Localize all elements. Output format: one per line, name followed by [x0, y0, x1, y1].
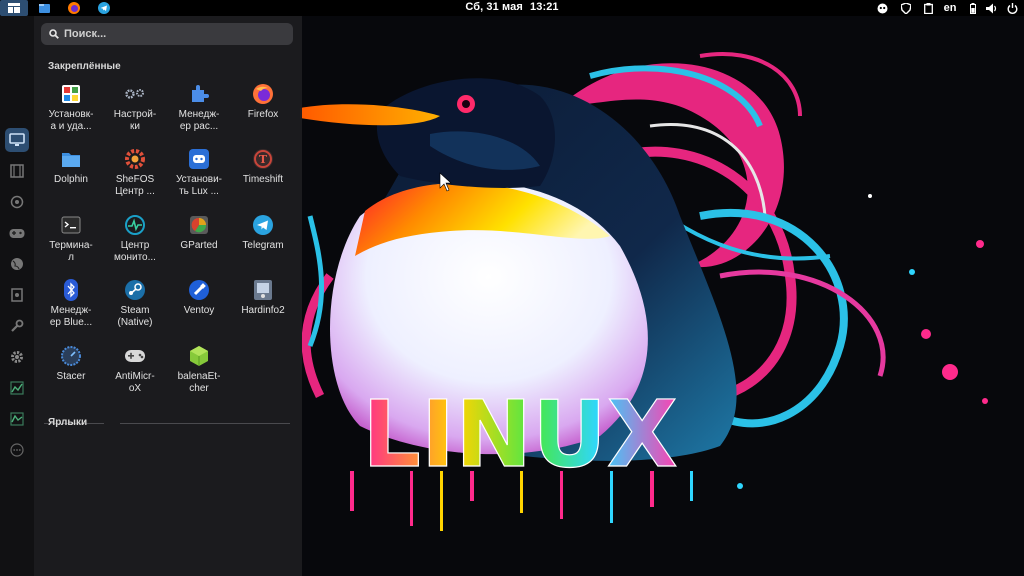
film-icon[interactable]	[5, 159, 29, 183]
app-balena-etcher[interactable]: balenaEt- cher	[167, 341, 231, 405]
app-steam[interactable]: Steam (Native)	[103, 275, 167, 339]
brush-icon[interactable]	[5, 190, 29, 214]
desktop-screen: LINUX Сб, 31 мая 13:21 en Поиск... Закре…	[0, 0, 1024, 576]
app-firefox[interactable]: Firefox	[231, 79, 295, 143]
extensions-icon	[188, 83, 210, 105]
divider	[120, 423, 290, 424]
gparted-icon	[188, 214, 210, 236]
firefox-icon	[252, 83, 274, 105]
power-icon[interactable]	[1004, 0, 1020, 16]
app-settings[interactable]: Настрой- ки	[103, 79, 167, 143]
bug-icon[interactable]	[874, 0, 890, 16]
folder-icon	[60, 148, 82, 170]
language-indicator[interactable]: en	[940, 0, 960, 16]
clock[interactable]: Сб, 31 мая 13:21	[0, 1, 1024, 13]
timeshift-icon: T	[252, 148, 274, 170]
search-icon	[49, 29, 59, 39]
app-label: Stacer	[56, 371, 86, 382]
monitor-icon[interactable]	[5, 128, 29, 152]
app-label: Firefox	[247, 109, 279, 120]
steam-icon	[124, 279, 146, 301]
app-software-install[interactable]: Установк- а и уда...	[39, 79, 103, 143]
bluetooth-icon	[60, 279, 82, 301]
gamepad-icon	[124, 345, 146, 367]
app-monitoring-center[interactable]: Центр монито...	[103, 210, 167, 274]
settings-icon	[124, 83, 146, 105]
app-extension-manager[interactable]: Менедж- ер рас...	[167, 79, 231, 143]
clock-date: Сб, 31 мая	[465, 1, 523, 13]
ventoy-icon	[188, 279, 210, 301]
app-shefos-center[interactable]: SheFOS Центр ...	[103, 144, 167, 208]
app-label: Менедж- ер Blue...	[49, 305, 93, 328]
app-label: SheFOS Центр ...	[115, 174, 155, 197]
globe-icon[interactable]	[5, 252, 29, 276]
app-antimicrox[interactable]: AntiMicr- oX	[103, 341, 167, 405]
app-bluetooth-manager[interactable]: Менедж- ер Blue...	[39, 275, 103, 339]
app-label: Менедж- ер рас...	[178, 109, 220, 132]
category-dock	[0, 16, 34, 576]
app-label: AntiMicr- oX	[115, 371, 155, 394]
clock-time: 13:21	[530, 1, 559, 13]
app-install-lux[interactable]: Установи- ть Lux ...	[167, 144, 231, 208]
terminal-icon	[60, 214, 82, 236]
language-label: en	[943, 2, 957, 14]
app-terminal[interactable]: Термина- л	[39, 210, 103, 274]
application-menu: Закреплённые Установк- а и уда... Настро…	[34, 16, 302, 576]
app-label: Установк- а и уда...	[48, 109, 94, 132]
document-icon[interactable]	[5, 283, 29, 307]
app-label: balenaEt- cher	[177, 371, 221, 394]
app-label: Steam (Native)	[117, 305, 153, 328]
app-label: Hardinfo2	[241, 305, 285, 316]
hardinfo-icon	[252, 279, 274, 301]
shortcuts-section-title: Ярлыки	[48, 417, 88, 428]
stacer-icon	[60, 345, 82, 367]
app-dolphin[interactable]: Dolphin	[39, 144, 103, 208]
app-hardinfo2[interactable]: Hardinfo2	[231, 275, 295, 339]
gear-icon[interactable]	[5, 345, 29, 369]
app-timeshift[interactable]: T Timeshift	[231, 144, 295, 208]
software-install-icon	[60, 83, 82, 105]
app-label: Настрой- ки	[113, 109, 157, 132]
lux-icon	[188, 148, 210, 170]
search-input[interactable]	[64, 28, 284, 40]
more-icon[interactable]	[5, 438, 29, 462]
wrench-icon[interactable]	[5, 314, 29, 338]
app-label: Telegram	[242, 240, 284, 251]
shefos-icon	[124, 148, 146, 170]
app-label: Timeshift	[242, 174, 284, 185]
etcher-icon	[188, 345, 210, 367]
volume-icon[interactable]	[984, 0, 1000, 16]
app-telegram[interactable]: Telegram	[231, 210, 295, 274]
svg-text:T: T	[259, 153, 268, 166]
chart2-icon[interactable]	[5, 407, 29, 431]
search-box[interactable]	[41, 23, 293, 45]
app-label: Установи- ть Lux ...	[175, 174, 223, 197]
app-label: Центр монито...	[114, 240, 156, 263]
pinned-section-title: Закреплённые	[48, 61, 121, 72]
telegram-icon	[252, 214, 274, 236]
top-panel: Сб, 31 мая 13:21 en	[0, 0, 1024, 16]
app-stacer[interactable]: Stacer	[39, 341, 103, 405]
clipboard-icon[interactable]	[920, 0, 936, 16]
gamepad-icon[interactable]	[5, 221, 29, 245]
app-label: Термина- л	[49, 240, 93, 263]
app-label: Dolphin	[54, 174, 88, 185]
app-gparted[interactable]: GParted	[167, 210, 231, 274]
vpn-shield-icon[interactable]	[898, 0, 914, 16]
battery-icon[interactable]	[966, 0, 980, 16]
monitor-center-icon	[124, 214, 146, 236]
chart-icon[interactable]	[5, 376, 29, 400]
app-label: GParted	[180, 240, 218, 251]
app-ventoy[interactable]: Ventoy	[167, 275, 231, 339]
app-label: Ventoy	[183, 305, 215, 316]
